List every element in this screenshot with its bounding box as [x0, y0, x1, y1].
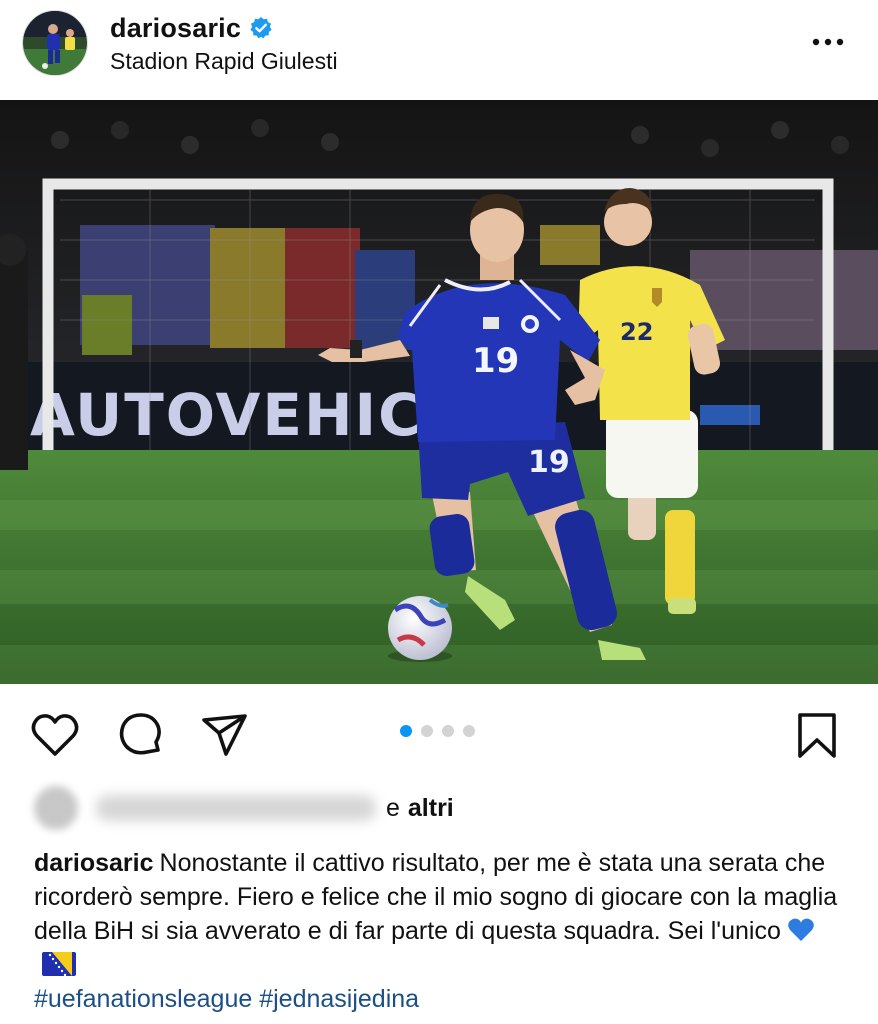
- bookmark-icon[interactable]: [792, 710, 842, 760]
- carousel-dot-active: [400, 725, 412, 737]
- heart-icon[interactable]: [30, 710, 80, 760]
- likes-summary[interactable]: e altri: [34, 784, 454, 832]
- opponent-number: 22: [620, 318, 653, 346]
- username-row: dariosaric: [110, 10, 273, 46]
- location[interactable]: Stadion Rapid Giulesti: [110, 48, 338, 75]
- post-header: dariosaric Stadion Rapid Giulesti: [0, 0, 878, 100]
- blurred-liker-name: [96, 795, 376, 821]
- blue-heart-emoji-icon: [788, 918, 814, 941]
- shorts-number: 19: [528, 445, 570, 480]
- carousel-indicator: [400, 725, 475, 737]
- avatar-image: [23, 11, 87, 75]
- carousel-dot: [463, 725, 475, 737]
- bosnia-flag-emoji-icon: [42, 952, 76, 976]
- avatar[interactable]: [22, 10, 88, 76]
- more-options-icon[interactable]: [810, 32, 846, 52]
- football: [388, 596, 452, 662]
- likes-others-link[interactable]: altri: [408, 794, 454, 823]
- carousel-dot: [442, 725, 454, 737]
- share-icon[interactable]: [200, 710, 250, 760]
- blurred-liker-avatar: [34, 786, 78, 830]
- carousel-dot: [421, 725, 433, 737]
- football-match-photo: AUTOVEHICULE 22 19 19: [0, 100, 878, 684]
- verified-badge-icon: [250, 17, 272, 39]
- post-caption: dariosaric Nonostante il cattivo risultat…: [34, 846, 854, 1016]
- hashtag-link[interactable]: #uefanationsleague: [34, 985, 252, 1013]
- likes-and: e: [386, 793, 400, 822]
- caption-text: Nonostante il cattivo risultato, per me …: [34, 849, 838, 945]
- hashtag-link[interactable]: #jednasijedina: [259, 985, 419, 1013]
- username[interactable]: dariosaric: [110, 13, 241, 44]
- caption-username[interactable]: dariosaric: [34, 849, 154, 877]
- comment-icon[interactable]: [116, 710, 166, 760]
- post-photo[interactable]: AUTOVEHICULE 22 19 19: [0, 100, 878, 684]
- jersey-number: 19: [472, 341, 519, 381]
